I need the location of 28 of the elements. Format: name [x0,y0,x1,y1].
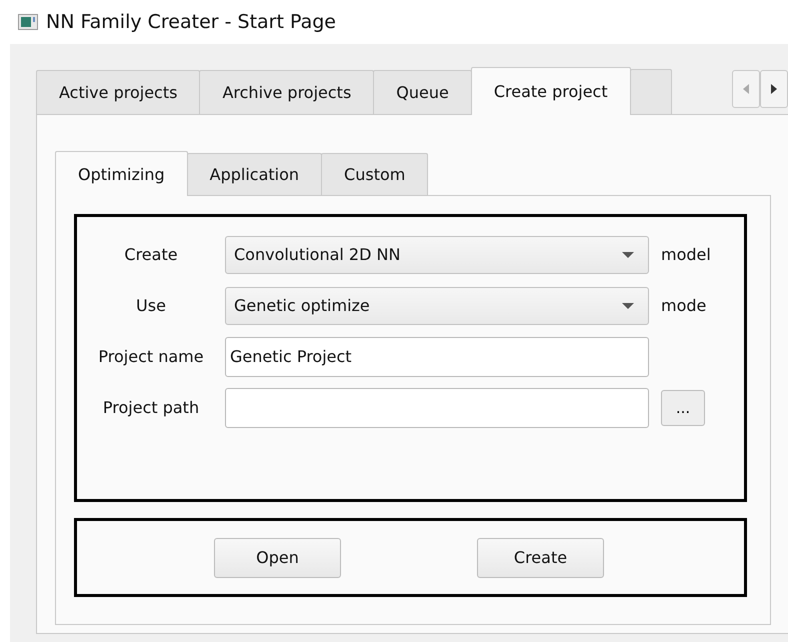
field-label: Project name [97,347,205,366]
dropdown[interactable]: Convolutional 2D NN [225,236,649,274]
app-icon [18,14,38,30]
tab[interactable]: Application [186,153,322,195]
tab[interactable]: Custom [321,153,428,195]
window-title: NN Family Creater - Start Page [46,11,336,33]
left-arrow-icon [743,84,749,94]
input-field[interactable]: Genetic Project [225,336,649,376]
tab[interactable]: Optimizing [55,151,188,196]
tab[interactable]: Archive projects [199,70,374,114]
tab[interactable]: Queue [373,70,472,114]
suffix-label: mode [661,296,706,315]
field-label: Use [135,296,167,315]
tab[interactable]: Create project [470,67,631,115]
field-label: Project path [102,398,200,417]
action-button[interactable]: Open [214,538,341,578]
suffix-label: model [661,245,711,264]
dropdown-arrow-icon [622,302,634,308]
browse-button[interactable]: ... [661,390,705,426]
action-button[interactable]: Create [477,538,604,578]
input-field[interactable] [225,388,649,428]
field-label: Create [123,245,179,264]
right-arrow-icon [771,84,777,94]
dropdown-arrow-icon [622,252,634,258]
tab[interactable]: Active projects [36,70,200,114]
dropdown[interactable]: Genetic optimize [225,286,649,324]
tab[interactable] [630,69,672,114]
scroll-right-button[interactable] [760,70,788,108]
